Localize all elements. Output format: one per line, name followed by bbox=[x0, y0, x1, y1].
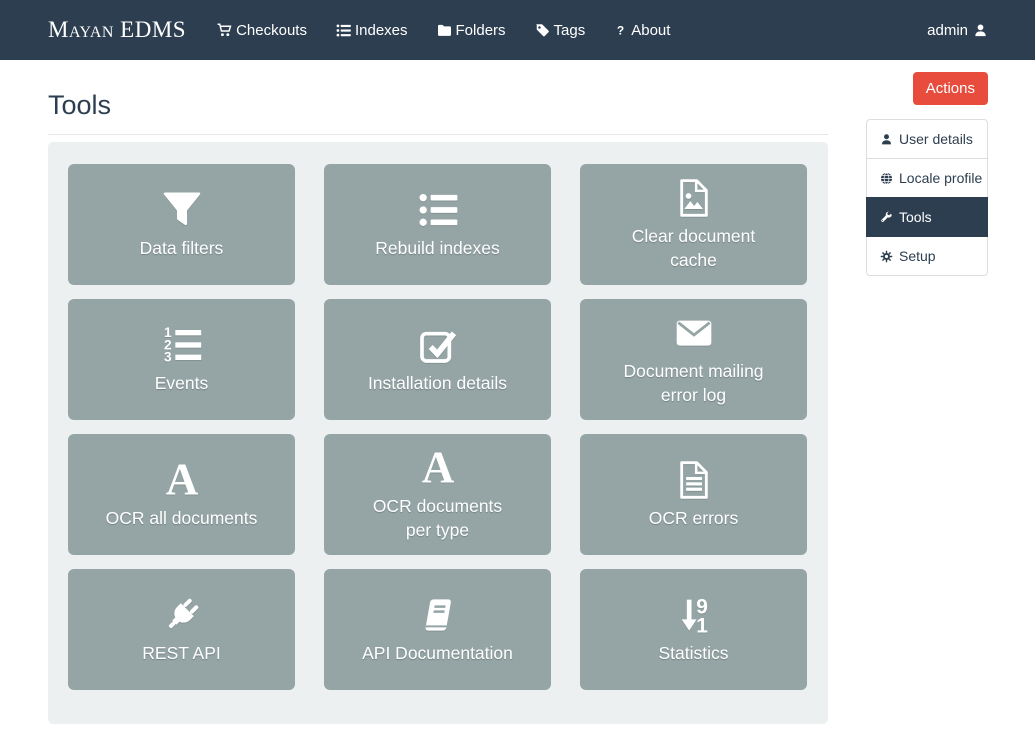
list-icon bbox=[336, 23, 351, 38]
plug-icon bbox=[162, 594, 202, 636]
envelope-icon bbox=[674, 312, 714, 354]
tool-tile-data-filters[interactable]: Data filters bbox=[68, 164, 295, 285]
ordered-list-icon: 123 bbox=[162, 324, 202, 366]
svg-text:?: ? bbox=[617, 23, 624, 37]
svg-text:1: 1 bbox=[696, 614, 708, 635]
question-icon: ? bbox=[614, 23, 627, 38]
tool-tile-installation-details[interactable]: Installation details bbox=[324, 299, 551, 420]
tools-grid: Data filters Rebuild indexes Clear docum… bbox=[68, 164, 808, 690]
book-icon bbox=[418, 594, 458, 636]
sidebar-item-user-details[interactable]: User details bbox=[866, 119, 988, 159]
list-icon bbox=[418, 189, 458, 231]
sidebar-item-label: Tools bbox=[899, 209, 932, 225]
sidebar-item-label: User details bbox=[899, 131, 973, 147]
nav-user-label: admin bbox=[927, 22, 968, 39]
sidebar-menu: User details Locale profile Tools Setup bbox=[866, 119, 988, 276]
tool-tile-clear-document-cache[interactable]: Clear document cache bbox=[580, 164, 807, 285]
svg-text:A: A bbox=[165, 460, 198, 500]
tool-tile-label: Clear document cache bbox=[632, 224, 756, 272]
tool-tile-ocr-all-documents[interactable]: A OCR all documents bbox=[68, 434, 295, 555]
folder-icon bbox=[437, 23, 452, 38]
nav-item-tags[interactable]: Tags bbox=[535, 16, 586, 45]
app-logo[interactable]: Mayan EDMS bbox=[48, 17, 186, 43]
sidebar-item-setup[interactable]: Setup bbox=[866, 236, 988, 276]
page-header: Tools bbox=[48, 90, 828, 135]
main-column: Tools Data filters Rebuild indexes bbox=[48, 60, 828, 724]
actions-button[interactable]: Actions bbox=[913, 72, 988, 105]
file-text-icon bbox=[674, 459, 714, 501]
nav-item-folders[interactable]: Folders bbox=[437, 16, 506, 45]
tool-tile-ocr-errors[interactable]: OCR errors bbox=[580, 434, 807, 555]
sidebar-item-locale-profile[interactable]: Locale profile bbox=[866, 158, 988, 198]
check-square-icon bbox=[418, 324, 458, 366]
tool-tile-label: Installation details bbox=[368, 371, 507, 395]
tool-tile-statistics[interactable]: 91 Statistics bbox=[580, 569, 807, 690]
sidebar-column: Actions User details Locale profile Tool… bbox=[866, 60, 988, 276]
sidebar-item-label: Setup bbox=[899, 248, 936, 264]
navbar-menu: Checkouts Indexes Folders Tags ? About bbox=[202, 16, 684, 45]
tool-tile-document-mailing-error-log[interactable]: Document mailing error log bbox=[580, 299, 807, 420]
page-title: Tools bbox=[48, 90, 828, 121]
nav-item-label: Tags bbox=[554, 22, 586, 39]
nav-item-about[interactable]: ? About bbox=[614, 16, 670, 45]
nav-item-label: Indexes bbox=[355, 22, 408, 39]
tool-tile-label: API Documentation bbox=[362, 641, 513, 665]
nav-user-menu[interactable]: admin bbox=[927, 22, 988, 39]
filter-icon bbox=[162, 189, 202, 231]
file-image-icon bbox=[674, 177, 714, 219]
nav-item-label: About bbox=[631, 22, 670, 39]
tool-tile-ocr-documents-per-type[interactable]: A OCR documents per type bbox=[324, 434, 551, 555]
svg-text:A: A bbox=[421, 448, 454, 488]
sidebar-item-label: Locale profile bbox=[899, 170, 982, 186]
tool-tile-label: Document mailing error log bbox=[623, 359, 763, 407]
tool-tile-label: Statistics bbox=[658, 641, 728, 665]
font-icon: A bbox=[162, 459, 202, 501]
nav-item-label: Folders bbox=[456, 22, 506, 39]
user-icon bbox=[973, 23, 988, 38]
gear-icon bbox=[880, 250, 893, 263]
tool-tile-api-documentation[interactable]: API Documentation bbox=[324, 569, 551, 690]
sort-numeric-desc-icon: 91 bbox=[674, 594, 714, 636]
tool-tile-label: OCR all documents bbox=[106, 506, 258, 530]
font-icon: A bbox=[418, 447, 458, 489]
tag-icon bbox=[535, 23, 550, 38]
tool-tile-rebuild-indexes[interactable]: Rebuild indexes bbox=[324, 164, 551, 285]
tool-tile-label: Rebuild indexes bbox=[375, 236, 500, 260]
tools-panel: Data filters Rebuild indexes Clear docum… bbox=[48, 142, 828, 724]
user-icon bbox=[880, 133, 893, 146]
sidebar-item-tools[interactable]: Tools bbox=[866, 197, 988, 237]
tool-tile-label: Events bbox=[155, 371, 209, 395]
tool-tile-events[interactable]: 123 Events bbox=[68, 299, 295, 420]
tool-tile-label: Data filters bbox=[140, 236, 224, 260]
tool-tile-label: OCR errors bbox=[649, 506, 738, 530]
nav-item-label: Checkouts bbox=[236, 22, 307, 39]
tool-tile-rest-api[interactable]: REST API bbox=[68, 569, 295, 690]
shopping-cart-icon bbox=[217, 23, 232, 38]
top-navbar: Mayan EDMS Checkouts Indexes Folders Tag… bbox=[0, 0, 1035, 60]
nav-item-checkouts[interactable]: Checkouts bbox=[217, 16, 307, 45]
tool-tile-label: REST API bbox=[142, 641, 220, 665]
wrench-icon bbox=[880, 211, 893, 224]
nav-item-indexes[interactable]: Indexes bbox=[336, 16, 408, 45]
page-content: Tools Data filters Rebuild indexes bbox=[0, 60, 1035, 724]
tool-tile-label: OCR documents per type bbox=[373, 494, 502, 542]
svg-text:3: 3 bbox=[164, 350, 172, 365]
globe-icon bbox=[880, 172, 893, 185]
